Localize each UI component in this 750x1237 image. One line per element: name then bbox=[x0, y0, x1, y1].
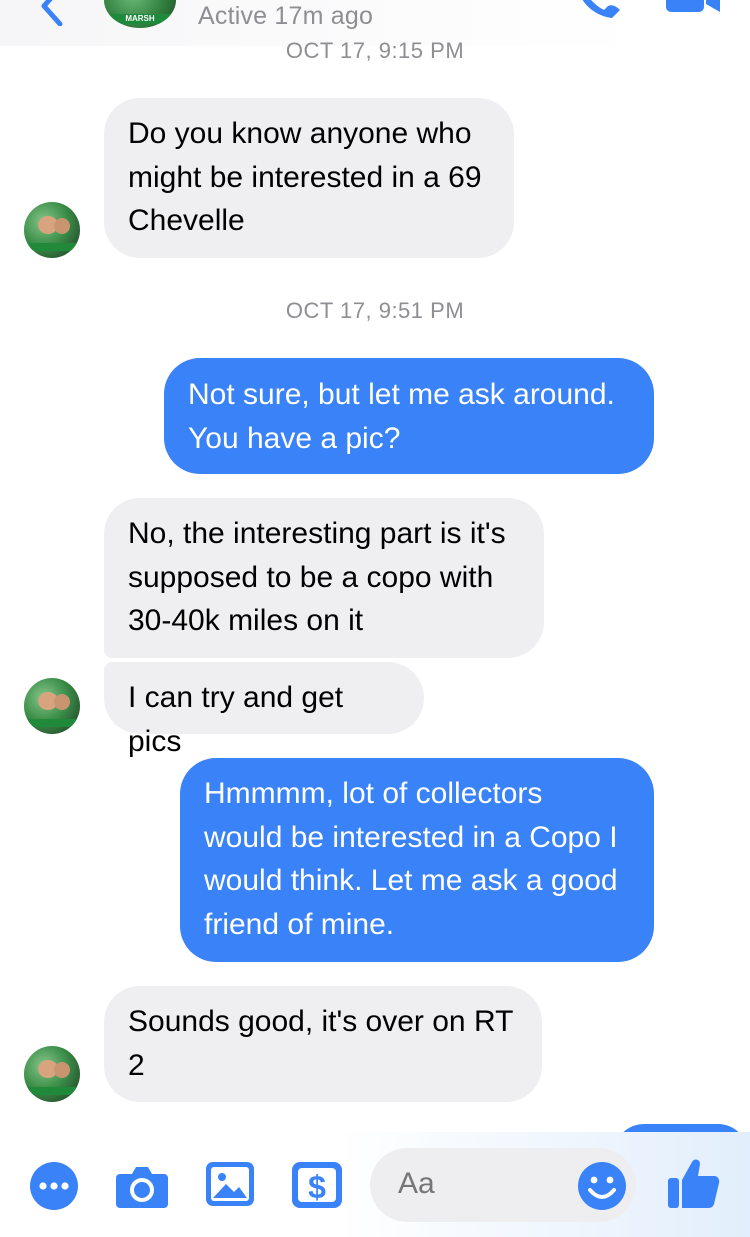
more-icon[interactable] bbox=[30, 1162, 78, 1210]
avatar-face bbox=[54, 1062, 70, 1078]
contact-avatar[interactable]: MARSH bbox=[104, 0, 176, 28]
message-text: Hmmmm, lot of collectors would be intere… bbox=[204, 777, 618, 941]
message-text: Do you know anyone who might be interest… bbox=[128, 117, 482, 237]
payment-icon[interactable]: $ bbox=[292, 1162, 342, 1208]
avatar-face bbox=[54, 694, 70, 710]
phone-icon[interactable] bbox=[572, 0, 622, 24]
camera-icon[interactable] bbox=[116, 1164, 168, 1208]
outgoing-message-bubble[interactable]: Not sure, but let me ask around. You hav… bbox=[164, 358, 654, 474]
incoming-message-bubble[interactable]: Sounds good, it's over on RT 2 bbox=[104, 986, 542, 1102]
like-icon[interactable] bbox=[666, 1156, 720, 1210]
avatar-band bbox=[24, 1087, 80, 1095]
message-text: Not sure, but let me ask around. You hav… bbox=[188, 378, 615, 455]
timestamp: OCT 17, 9:51 PM bbox=[285, 298, 465, 323]
active-status: Active 17m ago bbox=[198, 2, 374, 30]
incoming-message-bubble[interactable]: Do you know anyone who might be interest… bbox=[104, 98, 514, 258]
outgoing-message-bubble[interactable]: Hmmmm, lot of collectors would be intere… bbox=[180, 758, 654, 962]
incoming-message-bubble[interactable]: I can try and get pics bbox=[104, 662, 424, 758]
message-text: I can try and get pics bbox=[128, 681, 344, 758]
svg-text:$: $ bbox=[308, 1169, 326, 1205]
message-input[interactable] bbox=[398, 1167, 568, 1201]
sender-avatar[interactable] bbox=[24, 678, 80, 734]
avatar-band bbox=[24, 243, 80, 251]
emoji-icon[interactable] bbox=[578, 1162, 626, 1210]
message-text: Sounds good, it's over on RT 2 bbox=[128, 1005, 514, 1082]
message-text: No, the interesting part is it's suppose… bbox=[128, 517, 506, 637]
photo-icon[interactable] bbox=[206, 1162, 254, 1206]
avatar-face bbox=[54, 218, 70, 234]
sender-avatar[interactable] bbox=[24, 1046, 80, 1102]
sender-avatar[interactable] bbox=[24, 202, 80, 258]
video-camera-icon[interactable] bbox=[662, 0, 722, 20]
avatar-label: MARSH bbox=[104, 14, 176, 24]
back-icon[interactable] bbox=[30, 0, 70, 26]
timestamp: OCT 17, 9:15 PM bbox=[285, 38, 465, 63]
incoming-message-bubble[interactable]: No, the interesting part is it's suppose… bbox=[104, 498, 544, 658]
avatar-band bbox=[24, 719, 80, 727]
